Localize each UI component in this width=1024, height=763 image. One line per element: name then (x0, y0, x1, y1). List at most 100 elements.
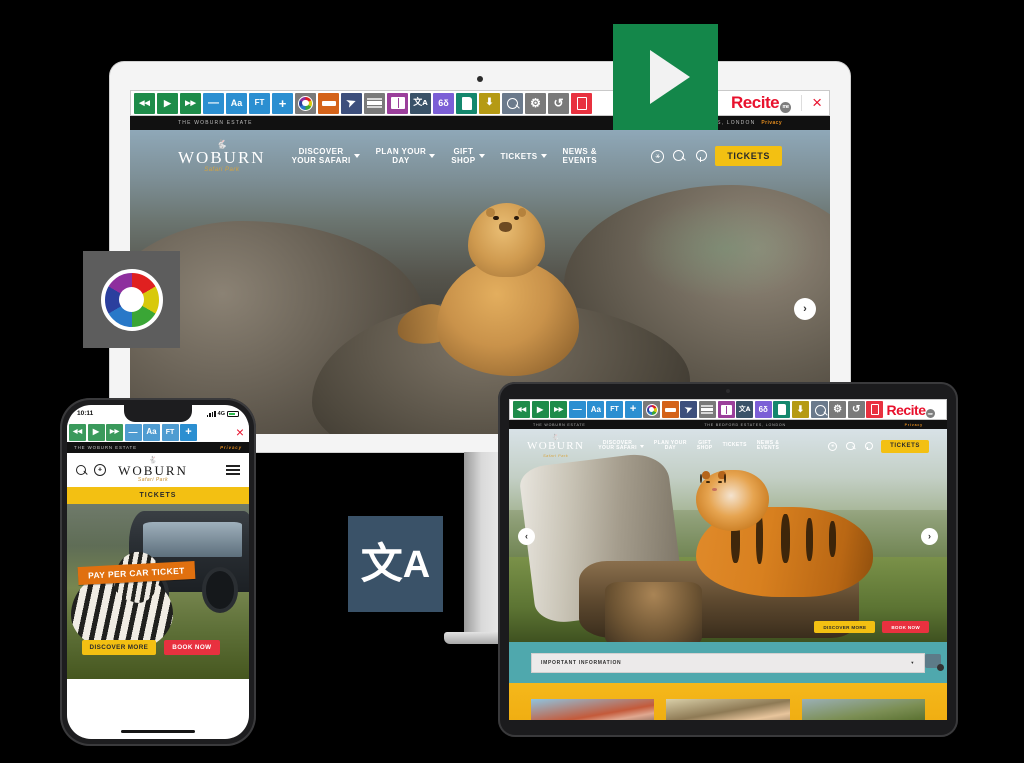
close-toolbar-button[interactable]: × (808, 93, 826, 113)
nav-item-discover[interactable]: DISCOVER YOUR SAFARI (292, 147, 360, 165)
tablet-site-navigation: 🐇 WOBURN Safari Park DISCOVER YOUR SAFAR… (509, 429, 947, 458)
hamburger-menu-icon[interactable] (226, 465, 240, 475)
dictionary-button[interactable] (387, 92, 408, 114)
font-style-button[interactable]: Aa (587, 401, 605, 418)
page-style-button[interactable] (773, 401, 791, 418)
search-icon[interactable] (673, 149, 686, 163)
magnifier-button[interactable] (502, 92, 523, 114)
location-pin-icon[interactable] (695, 149, 708, 163)
play-button[interactable]: ▶ (531, 401, 549, 418)
mobile-tickets-bar[interactable]: TICKETS (67, 487, 249, 504)
recite-toolbar-tablet[interactable]: ◀◀ ▶ ▶▶ — Aa FT + ➤ 文A 6δ ⬇ ⚙ ↺ Recite m… (509, 399, 947, 420)
increase-text-button[interactable]: + (180, 423, 197, 441)
forward-button[interactable]: ▶▶ (180, 92, 201, 114)
nav-label: NEWS & EVENTS (562, 147, 597, 166)
dictionary-button[interactable] (717, 401, 735, 418)
accessibility-icon[interactable]: ⚹ (651, 149, 665, 163)
docreader-button[interactable] (571, 92, 592, 114)
font-style-button[interactable]: Aa (143, 423, 160, 441)
card-three[interactable] (801, 699, 925, 720)
location-pin-icon[interactable] (864, 441, 874, 451)
carousel-prev-button[interactable]: ‹ (518, 527, 535, 545)
increase-text-button[interactable]: + (272, 92, 293, 114)
decrease-text-button[interactable]: — (568, 401, 586, 418)
cursor-button[interactable]: ➤ (680, 401, 698, 418)
magnifier-button[interactable] (810, 401, 828, 418)
nav-item-plan[interactable]: PLAN YOUR DAY (376, 147, 436, 165)
tablet-yellow-section (509, 683, 947, 720)
accessibility-icon[interactable]: ⚹ (94, 464, 106, 476)
recite-logo: Recite me (886, 402, 938, 418)
carousel-next-button[interactable]: › (921, 527, 938, 545)
plain-text-button[interactable]: FT (605, 401, 623, 418)
privacy-link[interactable]: Privacy (905, 423, 923, 427)
increase-text-button[interactable]: + (624, 401, 642, 418)
docreader-button[interactable] (866, 401, 884, 418)
rewind-button[interactable]: ◀◀ (134, 92, 155, 114)
accessibility-icon[interactable]: ⚹ (828, 441, 838, 451)
forward-button[interactable]: ▶▶ (106, 423, 123, 441)
discover-more-button[interactable]: DISCOVER MORE (814, 621, 876, 633)
decrease-text-button[interactable]: — (203, 92, 224, 114)
reading-aid-button[interactable]: 6δ (433, 92, 454, 114)
nav-item-gift-shop[interactable]: GIFT SHOP (697, 440, 713, 453)
translate-button[interactable]: 文A (736, 401, 754, 418)
colour-wheel-button[interactable] (643, 401, 661, 418)
recite-toolbar-desktop[interactable]: ◀◀ ▶ ▶▶ — Aa FT + ➤ 文A 6δ ⬇ ⚙ ↺ Recite m… (130, 90, 830, 116)
reset-button[interactable]: ↺ (548, 92, 569, 114)
settings-button[interactable]: ⚙ (829, 401, 847, 418)
discover-more-button[interactable]: DISCOVER MORE (81, 639, 157, 655)
tickets-button[interactable]: TICKETS (715, 146, 782, 167)
play-button[interactable]: ▶ (87, 423, 105, 441)
ruler-button[interactable] (661, 401, 679, 418)
decrease-text-button[interactable]: — (124, 423, 142, 441)
estate-strip: THE WOBURN ESTATE THE BEDFORD ESTATES, L… (130, 116, 830, 130)
font-style-button[interactable]: Aa (226, 92, 247, 114)
woburn-logo[interactable]: 🐇 WOBURN Safari Park (527, 435, 584, 458)
reading-aid-button[interactable]: 6δ (754, 401, 772, 418)
mobile-phone: 10:11 4G ◀◀ ▶ ▶▶ — Aa FT + × THE WOBURN … (60, 398, 256, 746)
download-button[interactable]: ⬇ (791, 401, 809, 418)
close-toolbar-button[interactable]: × (233, 424, 247, 440)
nav-item-discover[interactable]: DISCOVER YOUR SAFARI (598, 440, 644, 453)
play-button[interactable]: ▶ (157, 92, 178, 114)
woburn-logo[interactable]: 🐇 WOBURN Safari Park (178, 140, 266, 173)
card-one[interactable] (531, 699, 655, 720)
nav-item-plan[interactable]: PLAN YOUR DAY (654, 440, 687, 453)
nav-item-tickets[interactable]: TICKETS (723, 443, 747, 449)
nav-item-gift-shop[interactable]: GIFT SHOP (451, 147, 485, 165)
chevron-down-icon (478, 154, 485, 159)
cursor-button[interactable]: ➤ (341, 92, 362, 114)
woburn-logo[interactable]: 🐇 WOBURN Safari Park (118, 457, 188, 484)
screen-mask-button[interactable] (364, 92, 385, 114)
plain-text-button[interactable]: FT (161, 423, 179, 441)
recite-launcher-badge[interactable] (925, 654, 944, 671)
settings-button[interactable]: ⚙ (525, 92, 546, 114)
recite-toolbar-mobile[interactable]: ◀◀ ▶ ▶▶ — Aa FT + × (67, 422, 249, 442)
translate-button[interactable]: 文A (410, 92, 431, 114)
book-now-button[interactable]: BOOK NOW (164, 639, 220, 655)
search-icon[interactable] (846, 441, 855, 451)
screen-mask-button[interactable] (698, 401, 716, 418)
reset-button[interactable]: ↺ (847, 401, 865, 418)
nav-item-news-events[interactable]: NEWS & EVENTS (757, 440, 779, 453)
search-icon[interactable] (76, 464, 87, 476)
nav-item-tickets[interactable]: TICKETS (501, 152, 547, 161)
download-button[interactable]: ⬇ (479, 92, 500, 114)
privacy-link[interactable]: Privacy (220, 445, 242, 450)
carousel-next-button[interactable]: › (794, 298, 816, 320)
page-style-button[interactable] (456, 92, 477, 114)
rewind-button[interactable]: ◀◀ (69, 423, 86, 441)
ruler-button[interactable] (318, 92, 339, 114)
rewind-button[interactable]: ◀◀ (513, 401, 530, 418)
nav-item-news-events[interactable]: NEWS & EVENTS (563, 147, 597, 165)
colour-wheel-button[interactable] (295, 92, 316, 114)
privacy-link[interactable]: Privacy (761, 120, 782, 126)
plain-text-button[interactable]: FT (249, 92, 270, 114)
book-now-button[interactable]: BOOK NOW (882, 621, 929, 633)
card-two[interactable] (666, 699, 790, 720)
status-time: 10:11 (77, 410, 94, 417)
tickets-button[interactable]: TICKETS (881, 439, 929, 453)
important-information-accordion[interactable]: IMPORTANT INFORMATION ▼ (531, 652, 925, 673)
forward-button[interactable]: ▶▶ (550, 401, 568, 418)
